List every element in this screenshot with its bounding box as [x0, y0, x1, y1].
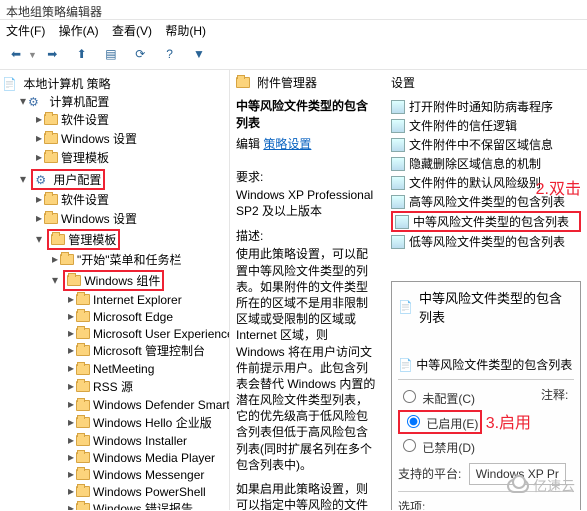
settings-item[interactable]: 低等风险文件类型的包含列表 [391, 232, 581, 251]
tree-comp-item[interactable]: ▸Microsoft User Experience Virtu [66, 325, 227, 342]
tree-comp-item[interactable]: ▸Windows Hello 企业版 [66, 413, 227, 432]
settings-item[interactable]: 隐藏删除区域信息的机制 [391, 154, 581, 173]
tree-root[interactable]: 📄 本地计算机 策略 ▾⚙ 计算机配置 ▸软件设置 ▸Windows 设置 ▸管… [2, 74, 227, 510]
tree-computer-config[interactable]: ▾⚙ 计算机配置 ▸软件设置 ▸Windows 设置 ▸管理模板 [18, 92, 227, 168]
requirement-label: 要求: [236, 168, 379, 185]
mid-heading: 附件管理器 [257, 74, 317, 91]
window-title: 本地组策略编辑器 [0, 0, 587, 20]
tree-uc-software[interactable]: ▸软件设置 [34, 190, 227, 209]
filter-icon[interactable]: ▼ [189, 44, 209, 64]
setting-icon [391, 235, 405, 249]
tree-startmenu[interactable]: ▸"开始"菜单和任务栏 [50, 250, 227, 269]
help-icon[interactable]: ? [160, 44, 180, 64]
settings-item[interactable]: 文件附件的信任逻辑 [391, 116, 581, 135]
dialog-title: 中等风险文件类型的包含列表 [419, 288, 574, 326]
props-icon[interactable]: ▤ [101, 44, 121, 64]
setting-icon [395, 215, 409, 229]
settings-item[interactable]: 文件附件中不保留区域信息 [391, 135, 581, 154]
tree-comp-item[interactable]: ▸Windows PowerShell [66, 483, 227, 500]
description-label: 描述: [236, 227, 379, 244]
description-p2: 如果启用此策略设置，则可以指定中等风险的文件类型。 [236, 481, 379, 510]
policy-settings-link[interactable]: 策略设置 [263, 137, 311, 151]
settings-heading: 设置 [391, 74, 581, 91]
annotation-enable: 3.启用 [486, 415, 531, 432]
gear-icon: ⚙ [35, 173, 51, 187]
setting-icon [391, 119, 405, 133]
options-label: 选项: [398, 498, 574, 510]
cloud-icon [507, 479, 529, 493]
tree-comp-item[interactable]: ▸Windows Installer [66, 432, 227, 449]
menu-bar: 文件(F) 操作(A) 查看(V) 帮助(H) [0, 20, 587, 42]
tree-comp-item[interactable]: ▸RSS 源 [66, 377, 227, 396]
platform-label: 支持的平台: [398, 467, 461, 481]
tree-comp-item[interactable]: ▸Internet Explorer [66, 291, 227, 308]
toolbar: ⬅▼ ➡ ⬆ ▤ ⟳ ? ▼ [0, 42, 587, 70]
setting-icon [391, 176, 405, 190]
tree-user-config[interactable]: ▾ ⚙用户配置 ▸软件设置 ▸Windows 设置 ▾ 管理模板 ▸"开始"菜单… [18, 168, 227, 510]
settings-pane: 设置 打开附件时通知防病毒程序文件附件的信任逻辑文件附件中不保留区域信息隐藏删除… [385, 70, 587, 510]
tree-cc-admintpl[interactable]: ▸管理模板 [34, 148, 227, 167]
tree-win-components[interactable]: ▾ Windows 组件 ▸Internet Explorer▸Microsof… [50, 269, 227, 510]
tree-comp-item[interactable]: ▸NetMeeting [66, 360, 227, 377]
tree-comp-item[interactable]: ▸Windows Messenger [66, 466, 227, 483]
tree-cc-windows[interactable]: ▸Windows 设置 [34, 129, 227, 148]
requirement-text: Windows XP Professional SP2 及以上版本 [236, 187, 379, 219]
doc-icon: 📄 [398, 300, 413, 314]
tree-cc-software[interactable]: ▸软件设置 [34, 110, 227, 129]
tree-comp-item[interactable]: ▸Windows Media Player [66, 449, 227, 466]
tree-comp-item[interactable]: ▸Windows Defender SmartScreen [66, 396, 227, 413]
policy-icon: 📄 [2, 77, 18, 91]
menu-file[interactable]: 文件(F) [6, 24, 45, 38]
setting-icon [391, 157, 405, 171]
watermark: 亿速云 [507, 476, 575, 496]
tree-uc-admintpl[interactable]: ▾ 管理模板 ▸"开始"菜单和任务栏 ▾ Windows 组件 ▸Interne… [34, 228, 227, 510]
refresh-icon[interactable]: ⟳ [130, 44, 150, 64]
tree-comp-item[interactable]: ▸Microsoft Edge [66, 308, 227, 325]
tree-comp-item[interactable]: ▸Windows 错误报告 [66, 499, 227, 510]
menu-help[interactable]: 帮助(H) [165, 24, 206, 38]
policy-title: 中等风险文件类型的包含列表 [236, 97, 379, 131]
tree-comp-item[interactable]: ▸Microsoft 管理控制台 [66, 341, 227, 360]
radio-disabled[interactable]: 已禁用(D) [398, 441, 475, 455]
setting-icon [391, 100, 405, 114]
comment-label: 注释: [541, 386, 568, 403]
description-pane: 附件管理器 中等风险文件类型的包含列表 编辑 策略设置 要求: Windows … [230, 70, 385, 510]
description-p1: 使用此策略设置，可以配置中等风险文件类型的列表。如果附件的文件类型所在的区域不是… [236, 246, 379, 473]
radio-unconfigured[interactable]: 未配置(C) [398, 392, 475, 406]
setting-icon [391, 138, 405, 152]
tree-uc-windows[interactable]: ▸Windows 设置 [34, 209, 227, 228]
back-icon[interactable]: ⬅ [6, 44, 26, 64]
up-icon[interactable]: ⬆ [72, 44, 92, 64]
tree-pane[interactable]: 📄 本地计算机 策略 ▾⚙ 计算机配置 ▸软件设置 ▸Windows 设置 ▸管… [0, 70, 230, 510]
setting-icon [391, 195, 405, 209]
gear-icon: ⚙ [28, 95, 44, 109]
dialog-subtitle: 📄 中等风险文件类型的包含列表 [398, 356, 574, 373]
radio-enabled[interactable]: 已启用(E) [402, 417, 478, 431]
settings-item[interactable]: 打开附件时通知防病毒程序 [391, 97, 581, 116]
menu-view[interactable]: 查看(V) [112, 24, 152, 38]
folder-icon [236, 77, 250, 88]
forward-icon[interactable]: ➡ [42, 44, 62, 64]
edit-label: 编辑 [236, 137, 260, 151]
annotation-doubleclick: 2.双击 [536, 175, 581, 199]
menu-action[interactable]: 操作(A) [59, 24, 99, 38]
settings-item[interactable]: 中等风险文件类型的包含列表 [391, 211, 581, 232]
